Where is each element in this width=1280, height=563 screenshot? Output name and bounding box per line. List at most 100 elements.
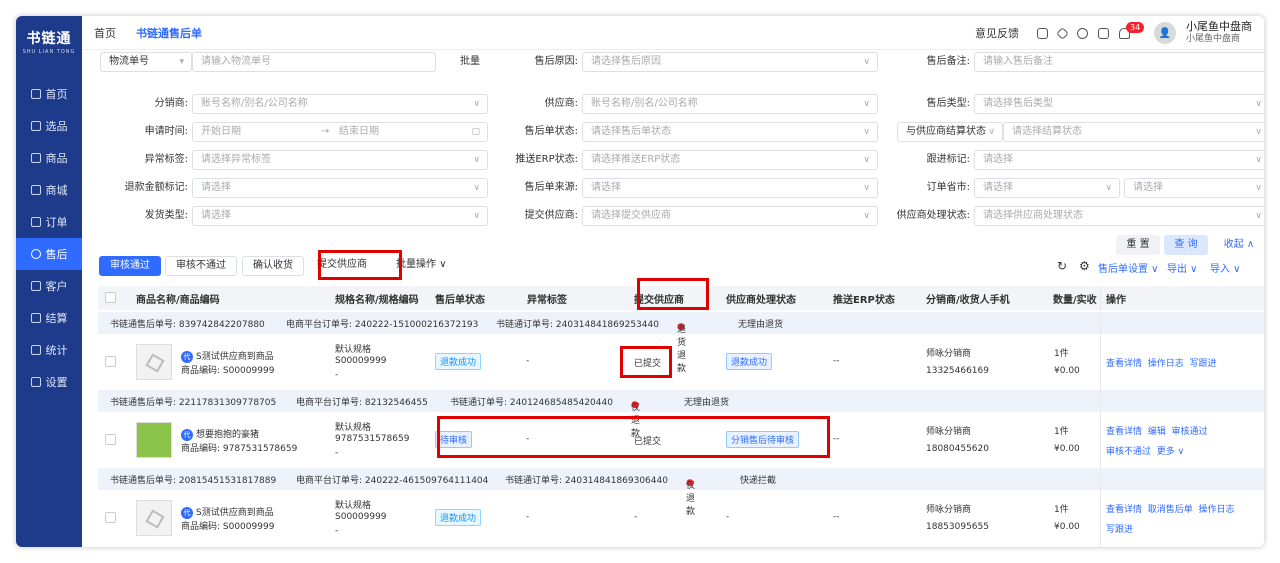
- clipboard-icon[interactable]: [1098, 27, 1109, 39]
- row-checkbox[interactable]: [105, 434, 116, 445]
- sidebar-item-label: 客户: [45, 280, 68, 293]
- edit-link[interactable]: 编辑: [1148, 427, 1166, 437]
- more-dropdown[interactable]: 更多 ∨: [1157, 447, 1184, 457]
- export-link[interactable]: 导出 ∨: [1167, 260, 1198, 275]
- aftersale-type-select[interactable]: 请选择售后类型 ∨: [974, 94, 1264, 114]
- user-menu[interactable]: 小尾鱼中盘商 小尾鱼中盘商: [1186, 21, 1252, 45]
- distributor-name: 师咏分销商: [926, 349, 972, 359]
- view-detail-link[interactable]: 查看详情: [1106, 505, 1142, 515]
- view-detail-link[interactable]: 查看详情: [1106, 427, 1142, 437]
- ship-type-select[interactable]: 请选择 ∨: [192, 206, 488, 226]
- settle-field-select[interactable]: 与供应商结算状态 ∨: [897, 122, 1003, 142]
- date-range-picker[interactable]: 开始日期 → 结束日期 ▢: [192, 122, 488, 142]
- settle-status-select[interactable]: 请选择结算状态 ∨: [1003, 122, 1264, 142]
- city-select[interactable]: 请选择 ∨: [1124, 178, 1264, 198]
- sidebar-item-goods[interactable]: 商品: [16, 142, 82, 174]
- sidebar-item-settings[interactable]: 设置: [16, 366, 82, 398]
- bell-icon[interactable]: 34: [1119, 21, 1145, 39]
- refresh-icon[interactable]: ↻: [1057, 259, 1067, 273]
- sidebar-item-customer[interactable]: 客户: [16, 270, 82, 302]
- headset-icon: [30, 249, 41, 259]
- follow-up-link[interactable]: 写跟进: [1106, 525, 1133, 535]
- logistics-type-select[interactable]: 物流单号 ▾: [100, 52, 192, 72]
- sidebar-item-stats[interactable]: 统计: [16, 334, 82, 366]
- select-all-checkbox[interactable]: [105, 292, 116, 303]
- query-button[interactable]: 查 询: [1164, 235, 1208, 255]
- receiver-phone: 18853095655: [926, 522, 989, 532]
- upload-icon[interactable]: [1037, 27, 1048, 39]
- collapse-toggle[interactable]: 收起 ∧: [1216, 235, 1262, 255]
- product-code: 商品编码: S00009999: [181, 366, 275, 376]
- remark-input[interactable]: 请输入售后备注: [974, 52, 1264, 72]
- view-detail-link[interactable]: 查看详情: [1106, 359, 1142, 369]
- aftersale-settings-link[interactable]: 售后单设置 ∨: [1098, 260, 1159, 275]
- aftersale-status-select[interactable]: 请选择售后单状态 ∨: [582, 122, 878, 142]
- follow-mark-select[interactable]: 请选择 ∨: [974, 150, 1264, 170]
- platform-order-no: 电商平台订单号: 82132546455: [296, 398, 428, 408]
- feedback-link[interactable]: 意见反馈: [975, 25, 1019, 41]
- diamond-icon[interactable]: [1056, 26, 1069, 40]
- customer-icon: [30, 281, 41, 291]
- tab-home[interactable]: 首页: [94, 25, 116, 41]
- approve-button[interactable]: 审核通过: [99, 256, 161, 276]
- erp-status-select[interactable]: 请选择推送ERP状态 ∨: [582, 150, 878, 170]
- row-checkbox[interactable]: [105, 512, 116, 523]
- product-name[interactable]: 代 S测试供应商到商品: [181, 505, 274, 519]
- collapse-label: 收起: [1223, 239, 1244, 250]
- abnormal-tag-select[interactable]: 请选择异常标签 ∨: [192, 150, 488, 170]
- highlight-submitted-cell: [620, 346, 672, 378]
- supplier-select[interactable]: 账号名称/别名/公司名称 ∨: [582, 94, 878, 114]
- product-name[interactable]: 代 S测试供应商到商品: [181, 349, 274, 363]
- quantity: 1件: [1054, 349, 1069, 359]
- province-select[interactable]: 请选择 ∨: [974, 178, 1120, 198]
- approve-link[interactable]: 审核通过: [1172, 427, 1208, 437]
- filter-row-1: 分销商: 账号名称/别名/公司名称 ∨ 供应商: 账号名称/别名/公司名称 ∨ 售后…: [82, 94, 1264, 118]
- reason-select[interactable]: 请选择售后原因 ∨: [582, 52, 878, 72]
- refund-reason: 无理由退货: [738, 320, 784, 330]
- order-group-header: 书链通售后单号: 20815451531817889 电商平台订单号: 2402…: [98, 468, 1264, 517]
- col-status: 售后单状态: [435, 295, 485, 306]
- aftersale-status-label: 售后单状态:: [524, 126, 578, 137]
- confirm-receipt-button[interactable]: 确认收货: [242, 256, 304, 276]
- supplier-handle-select[interactable]: 请选择供应商处理状态 ∨: [974, 206, 1264, 226]
- submit-supplier-select[interactable]: 请选择提交供应商 ∨: [582, 206, 878, 226]
- tab-aftersale-orders[interactable]: 书链通售后单: [136, 25, 202, 41]
- col-spec: 规格名称/规格编码: [335, 295, 419, 306]
- operation-log-link[interactable]: 操作日志: [1199, 505, 1235, 515]
- top-bar: 首页 书链通售后单 意见反馈 34 👤 小尾鱼中盘商 小尾鱼中盘商: [82, 16, 1264, 50]
- sidebar-item-aftersale[interactable]: 售后: [16, 238, 82, 270]
- headset-icon[interactable]: [1077, 27, 1088, 39]
- logistics-no-input[interactable]: 请输入物流单号: [192, 52, 436, 72]
- reset-button[interactable]: 重 置: [1116, 235, 1160, 255]
- sidebar-nav: 首页 选品 商品 商城 订单 售后 客户 结算 统计 设置: [16, 78, 82, 398]
- product-name[interactable]: 代想要抱抱的豪猪: [181, 427, 259, 441]
- distributor-select[interactable]: 账号名称/别名/公司名称 ∨: [192, 94, 488, 114]
- gear-icon[interactable]: ⚙: [1079, 259, 1090, 273]
- sidebar-item-mall[interactable]: 商城: [16, 174, 82, 206]
- batch-input-button[interactable]: 批量: [436, 52, 480, 72]
- erp-status: --: [833, 356, 840, 366]
- cancel-aftersale-link[interactable]: 取消售后单: [1148, 505, 1193, 515]
- follow-up-link[interactable]: 写跟进: [1190, 359, 1217, 369]
- sidebar-item-home[interactable]: 首页: [16, 78, 82, 110]
- sidebar-item-settle[interactable]: 结算: [16, 302, 82, 334]
- filter-row-0: 物流单号 ▾ 请输入物流单号 批量 售后原因: 请选择售后原因 ∨ 售后备注: 请输…: [82, 52, 1264, 76]
- operation-log-link[interactable]: 操作日志: [1148, 359, 1184, 369]
- proxy-badge: 代: [181, 351, 193, 363]
- source-select[interactable]: 请选择 ∨: [582, 178, 878, 198]
- sidebar-item-select[interactable]: 选品: [16, 110, 82, 142]
- row-checkbox[interactable]: [105, 356, 116, 367]
- logo-subtext: SHU LIAN TONG: [22, 49, 76, 55]
- refund-reason: 无理由退货: [684, 398, 730, 408]
- chevron-up-icon: ∧: [1246, 239, 1255, 250]
- sidebar-item-order[interactable]: 订单: [16, 206, 82, 238]
- refund-mark-select[interactable]: 请选择 ∨: [192, 178, 488, 198]
- reject-button[interactable]: 审核不通过: [165, 256, 237, 276]
- product-thumbnail: [136, 422, 172, 458]
- avatar[interactable]: 👤: [1154, 22, 1176, 44]
- import-link[interactable]: 导入 ∨: [1210, 260, 1241, 275]
- spec-name: 默认规格: [335, 423, 372, 433]
- reason-label: 售后原因:: [534, 56, 578, 67]
- reject-link[interactable]: 审核不通过: [1106, 447, 1151, 457]
- distributor-name: 师咏分销商: [926, 427, 972, 437]
